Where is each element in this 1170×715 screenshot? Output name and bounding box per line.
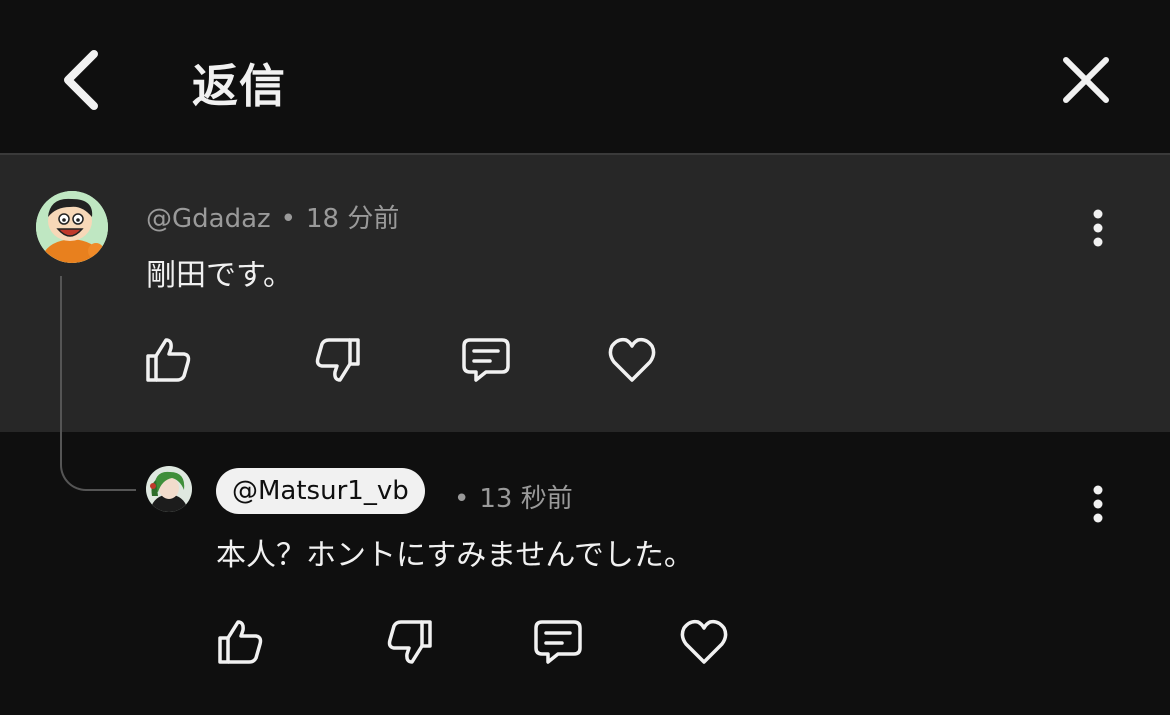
reply-time: 13 秒前 bbox=[479, 484, 573, 514]
more-options-button[interactable] bbox=[1088, 484, 1108, 524]
comment-author[interactable]: @Gdadaz bbox=[146, 204, 271, 234]
close-icon bbox=[1063, 57, 1109, 103]
heart-button[interactable] bbox=[678, 616, 730, 668]
reply-icon bbox=[462, 338, 510, 382]
thread-connector-line bbox=[60, 276, 136, 491]
heart-icon bbox=[608, 337, 656, 382]
avatar-illustration bbox=[36, 191, 108, 263]
reply-text: 本人？ホントにすみませんでした。 bbox=[216, 538, 694, 573]
comment-meta: @Gdadaz • 18 分前 bbox=[146, 198, 399, 235]
mention-chip[interactable]: @Matsur1_vb bbox=[216, 468, 425, 514]
reply-button[interactable] bbox=[460, 334, 512, 386]
avatar-illustration bbox=[146, 466, 192, 512]
avatar[interactable] bbox=[36, 191, 108, 263]
like-button[interactable] bbox=[142, 334, 194, 386]
avatar[interactable] bbox=[146, 466, 192, 512]
dislike-button[interactable] bbox=[384, 616, 436, 668]
like-button[interactable] bbox=[214, 616, 266, 668]
more-vert-icon bbox=[1093, 209, 1103, 247]
more-vert-icon bbox=[1093, 485, 1103, 523]
comment-time: 18 分前 bbox=[306, 204, 400, 234]
reply-button[interactable] bbox=[532, 616, 584, 668]
dislike-button[interactable] bbox=[312, 334, 364, 386]
meta-separator: • bbox=[454, 484, 470, 514]
back-button[interactable] bbox=[56, 48, 108, 112]
heart-icon bbox=[680, 619, 728, 664]
more-options-button[interactable] bbox=[1088, 208, 1108, 248]
reply-icon bbox=[534, 620, 582, 664]
close-button[interactable] bbox=[1058, 52, 1114, 108]
page-title: 返信 bbox=[192, 59, 286, 113]
reply-meta: • 13 秒前 bbox=[454, 478, 573, 515]
chevron-left-icon bbox=[64, 50, 98, 110]
thumb-up-icon bbox=[218, 620, 263, 664]
thumb-up-icon bbox=[146, 338, 191, 382]
header-bar: 返信 bbox=[0, 0, 1170, 153]
comment-text: 剛田です。 bbox=[146, 258, 293, 293]
thumb-down-icon bbox=[387, 620, 432, 664]
meta-separator: • bbox=[280, 204, 297, 234]
heart-button[interactable] bbox=[606, 334, 658, 386]
thumb-down-icon bbox=[315, 338, 360, 382]
